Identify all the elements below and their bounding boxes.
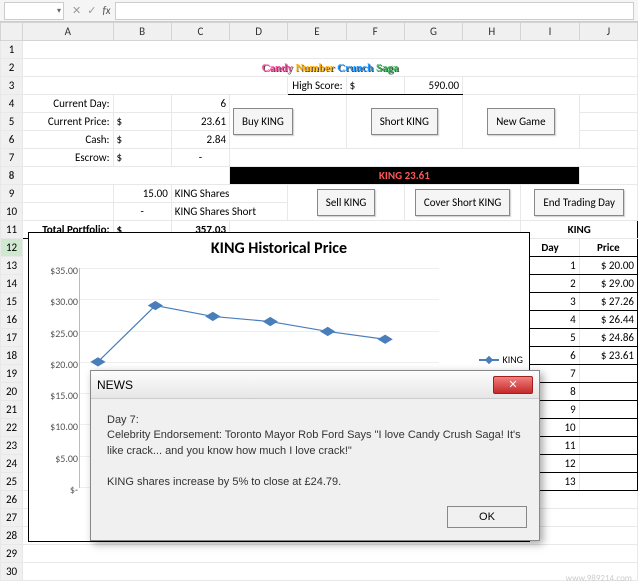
shares-value: 15.00 — [113, 185, 171, 203]
king-price: $ 20.00 — [579, 257, 637, 275]
chart-legend: KING — [479, 353, 523, 366]
sell-button[interactable]: Sell KING — [317, 189, 376, 216]
row-header[interactable]: 27 — [1, 509, 23, 527]
current-day-label: Current Day: — [23, 95, 113, 113]
row-header[interactable]: 5 — [1, 113, 23, 131]
legend-line-icon — [479, 359, 499, 361]
row-header[interactable]: 2 — [1, 59, 23, 77]
king-shares-label: KING Shares — [171, 185, 288, 203]
row-header[interactable]: 7 — [1, 149, 23, 167]
row-header[interactable]: 12 — [1, 239, 23, 257]
row-header[interactable]: 16 — [1, 311, 23, 329]
row-header[interactable]: 6 — [1, 131, 23, 149]
current-price-value: 23.61 — [171, 113, 229, 131]
col-header[interactable]: E — [288, 23, 346, 41]
king-shares-short-label: KING Shares Short — [171, 203, 288, 221]
name-box[interactable] — [4, 2, 64, 20]
row-header[interactable]: 19 — [1, 365, 23, 383]
formula-bar-icons: ✕ ✓ — [72, 4, 96, 17]
row-header[interactable]: 14 — [1, 275, 23, 293]
col-header[interactable]: D — [230, 23, 288, 41]
select-all-cell[interactable] — [1, 23, 23, 41]
cash-value: 2.84 — [171, 131, 229, 149]
dialog-title: NEWS — [97, 378, 133, 392]
formula-bar: ✕ ✓ fx — [0, 0, 638, 22]
chart-title: KING Historical Price — [29, 233, 529, 258]
row-header[interactable]: 23 — [1, 437, 23, 455]
row-header[interactable]: 11 — [1, 221, 23, 239]
row-header[interactable]: 1 — [1, 41, 23, 59]
row-header[interactable]: 3 — [1, 77, 23, 95]
king-col-price: Price — [579, 239, 637, 257]
row-header[interactable]: 21 — [1, 401, 23, 419]
row-header[interactable]: 18 — [1, 347, 23, 365]
col-header[interactable]: A — [23, 23, 113, 41]
row-header[interactable]: 20 — [1, 383, 23, 401]
buy-button[interactable]: Buy KING — [233, 108, 293, 135]
row-header[interactable]: 28 — [1, 527, 23, 545]
current-price-label: Current Price: — [23, 113, 113, 131]
king-table-header: KING — [521, 221, 638, 239]
high-score-currency: $ — [346, 77, 404, 95]
escrow-label: Escrow: — [23, 149, 113, 167]
shares-short-value: - — [113, 203, 171, 221]
row-header[interactable]: 9 — [1, 185, 23, 203]
dialog-body: Day 7: Celebrity Endorsement: Toronto Ma… — [91, 399, 539, 498]
short-button[interactable]: Short KING — [371, 108, 438, 135]
row-header[interactable]: 29 — [1, 545, 23, 563]
row-header[interactable]: 25 — [1, 473, 23, 491]
row-header[interactable]: 4 — [1, 95, 23, 113]
row-header[interactable]: 10 — [1, 203, 23, 221]
col-header[interactable]: J — [579, 23, 637, 41]
col-header[interactable]: G — [404, 23, 462, 41]
formula-input[interactable] — [115, 2, 634, 20]
col-header[interactable]: C — [171, 23, 229, 41]
cancel-icon[interactable]: ✕ — [72, 4, 81, 17]
fx-icon[interactable]: fx — [102, 4, 110, 17]
current-day-value: 6 — [171, 95, 229, 113]
cover-short-button[interactable]: Cover Short KING — [415, 189, 510, 216]
row-header[interactable]: 8 — [1, 167, 23, 185]
col-header[interactable]: I — [521, 23, 579, 41]
row-header[interactable]: 13 — [1, 257, 23, 275]
escrow-value: - — [171, 149, 229, 167]
news-dialog: NEWS ✕ Day 7: Celebrity Endorsement: Tor… — [90, 370, 540, 541]
end-day-button[interactable]: End Trading Day — [534, 189, 624, 216]
ticker: KING 23.61 — [230, 167, 580, 185]
high-score-value: 590.00 — [404, 77, 462, 95]
cash-label: Cash: — [23, 131, 113, 149]
app-title: Candy Number Crunch Saga — [23, 59, 638, 77]
new-game-button[interactable]: New Game — [487, 108, 554, 135]
col-header[interactable]: F — [346, 23, 404, 41]
dialog-titlebar[interactable]: NEWS ✕ — [91, 371, 539, 399]
col-header[interactable]: H — [463, 23, 521, 41]
close-icon[interactable]: ✕ — [493, 376, 533, 394]
row-header[interactable]: 26 — [1, 491, 23, 509]
watermark: www.989214.com — [566, 573, 632, 584]
row-header[interactable]: 15 — [1, 293, 23, 311]
row-header[interactable]: 30 — [1, 563, 23, 581]
row-header[interactable]: 24 — [1, 455, 23, 473]
high-score-label: High Score: — [288, 77, 346, 95]
accept-icon[interactable]: ✓ — [87, 4, 96, 17]
row-header[interactable]: 22 — [1, 419, 23, 437]
row-header[interactable]: 17 — [1, 329, 23, 347]
col-header[interactable]: B — [113, 23, 171, 41]
ok-button[interactable]: OK — [447, 506, 527, 528]
